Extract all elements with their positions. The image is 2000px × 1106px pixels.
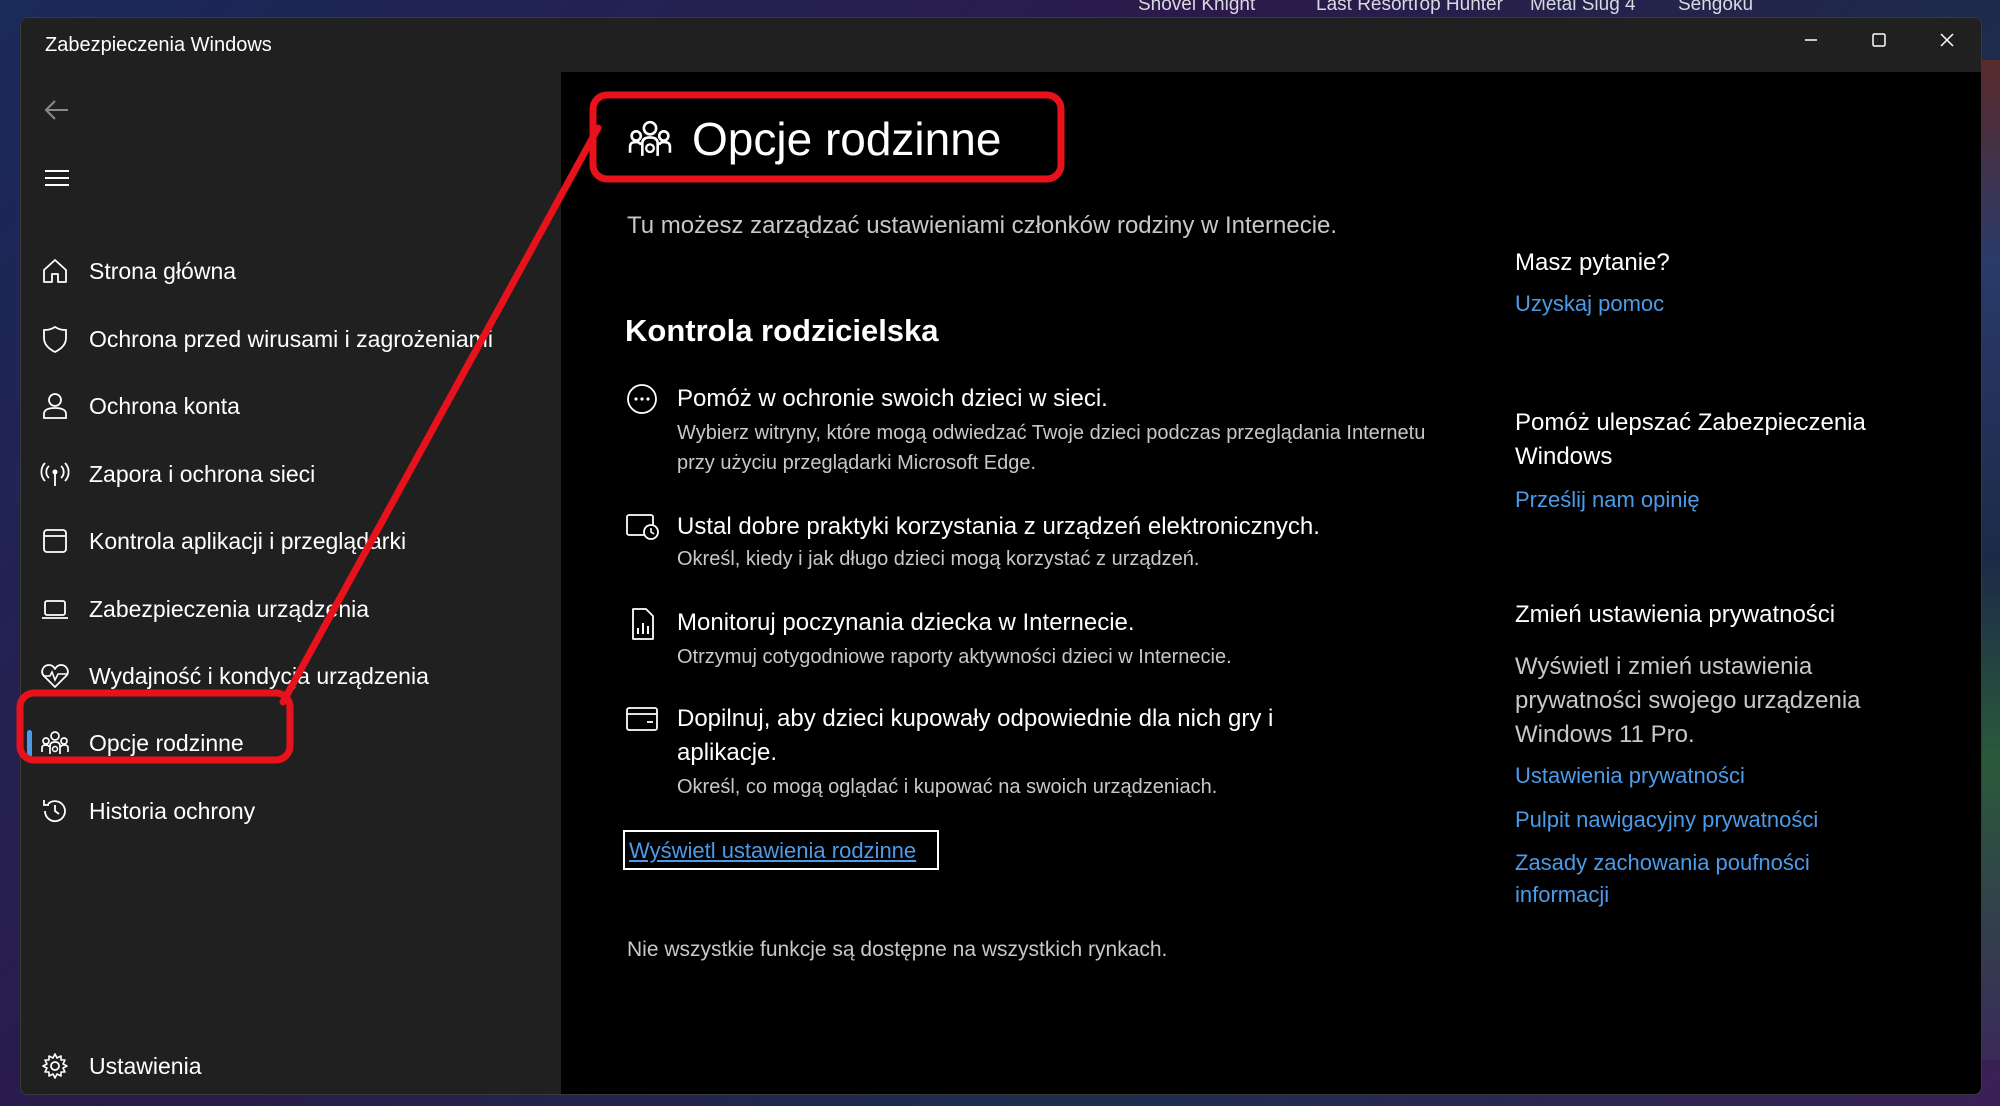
sidebar-item-device-security[interactable]: Zabezpieczenia urządzenia — [21, 582, 561, 636]
sidebar-item-label: Zabezpieczenia urządzenia — [89, 595, 370, 622]
sidebar-item-device-performance[interactable]: Wydajność i kondycja urządzenia — [21, 649, 561, 703]
history-icon — [39, 795, 71, 827]
heart-pulse-icon — [39, 660, 71, 692]
feature-title: Ustal dobre praktyki korzystania z urząd… — [677, 513, 1320, 540]
feature-title: Pomóż w ochronie swoich dzieci w sieci. — [677, 385, 1108, 412]
privacy-heading: Zmień ustawienia prywatności — [1515, 601, 1836, 628]
page-title: Opcje rodzinne — [692, 113, 1002, 165]
screen-time-icon — [626, 514, 659, 540]
family-icon — [39, 727, 71, 759]
feedback-heading: Pomóż ulepszać Zabezpieczenia Windows — [1515, 409, 1866, 470]
card-icon — [626, 707, 658, 731]
sidebar-item-label: Opcje rodzinne — [89, 729, 244, 756]
minimize-button[interactable] — [1777, 18, 1845, 62]
feature-title: Dopilnuj, aby dzieci kupowały odpowiedni… — [677, 705, 1274, 766]
desktop-label[interactable]: Sengoku — [1678, 0, 1753, 16]
privacy-section: Zmień ustawienia prywatności Wyświetl i … — [1515, 598, 1955, 911]
sidebar-item-app-browser-control[interactable]: Kontrola aplikacji i przeglądarki — [21, 514, 561, 568]
back-arrow-icon — [44, 100, 68, 120]
app-window: Zabezpieczenia Windows Strona główna Och… — [20, 17, 1982, 1095]
sidebar: Strona główna Ochrona przed wirusami i z… — [21, 72, 561, 1094]
close-icon — [1940, 33, 1954, 47]
send-feedback-link[interactable]: Prześlij nam opinię — [1515, 484, 1955, 516]
laptop-icon — [39, 593, 71, 625]
window-title: Zabezpieczenia Windows — [45, 34, 272, 56]
maximize-button[interactable] — [1845, 18, 1913, 62]
report-icon — [632, 608, 654, 640]
desktop-background-edge — [1980, 60, 2000, 1060]
sidebar-item-label: Strona główna — [89, 257, 237, 284]
sidebar-item-label: Zapora i ochrona sieci — [89, 460, 316, 487]
sidebar-item-firewall[interactable]: Zapora i ochrona sieci — [21, 447, 561, 501]
hamburger-menu-button[interactable] — [37, 158, 77, 198]
section-title: Kontrola rodzicielska — [625, 313, 939, 348]
sidebar-item-label: Kontrola aplikacji i przeglądarki — [89, 527, 407, 554]
desktop-label[interactable]: Top Hunter — [1410, 0, 1503, 16]
availability-note: Nie wszystkie funkcje są dostępne na wsz… — [627, 938, 1168, 961]
sidebar-item-protection-history[interactable]: Historia ochrony — [21, 784, 561, 838]
close-button[interactable] — [1913, 18, 1981, 62]
active-indicator — [27, 730, 32, 758]
feedback-section: Pomóż ulepszać Zabezpieczenia Windows Pr… — [1515, 406, 1955, 516]
hamburger-icon — [45, 170, 69, 186]
sidebar-item-settings[interactable]: Ustawienia — [21, 1039, 561, 1093]
family-icon — [628, 120, 672, 156]
view-family-settings-link[interactable]: Wyświetl ustawienia rodzinne — [623, 830, 939, 870]
sidebar-item-label: Historia ochrony — [89, 797, 256, 824]
sidebar-item-label: Ochrona przed wirusami i zagrożeniami — [89, 325, 493, 352]
feature-description: Wybierz witryny, które mogą odwiedzać Tw… — [677, 422, 1426, 474]
page-subtitle: Tu możesz zarządzać ustawieniami członkó… — [627, 212, 1338, 239]
title-bar[interactable]: Zabezpieczenia Windows — [21, 18, 1981, 72]
maximize-icon — [1872, 33, 1886, 47]
sidebar-item-label: Wydajność i kondycja urządzenia — [89, 662, 429, 689]
desktop-label[interactable]: Last Resort — [1316, 0, 1413, 16]
sidebar-item-account-protection[interactable]: Ochrona konta — [21, 379, 561, 433]
feature-description: Określ, kiedy i jak długo dzieci mogą ko… — [677, 548, 1200, 570]
antenna-icon — [39, 458, 71, 490]
privacy-dashboard-link[interactable]: Pulpit nawigacyjny prywatności — [1515, 804, 1955, 836]
feature-title: Monitoruj poczynania dziecka w Interneci… — [677, 609, 1135, 636]
sidebar-item-label: Ustawienia — [89, 1052, 202, 1079]
feature-description: Otrzymuj cotygodniowe raporty aktywności… — [677, 646, 1232, 668]
feature-description: Określ, co mogą oglądać i kupować na swo… — [677, 776, 1218, 798]
chat-bubble-icon — [627, 384, 657, 414]
person-icon — [39, 390, 71, 422]
privacy-statement-link[interactable]: Zasady zachowania poufności informacji — [1515, 847, 1855, 911]
help-heading: Masz pytanie? — [1515, 249, 1670, 276]
sidebar-item-family-options[interactable]: Opcje rodzinne — [21, 716, 561, 770]
app-window-icon — [39, 525, 71, 557]
back-button[interactable] — [37, 90, 77, 130]
sidebar-item-virus-protection[interactable]: Ochrona przed wirusami i zagrożeniami — [21, 312, 561, 366]
privacy-settings-link[interactable]: Ustawienia prywatności — [1515, 760, 1955, 792]
sidebar-item-home[interactable]: Strona główna — [21, 244, 561, 298]
main-content: Opcje rodzinne Tu możesz zarządzać ustaw… — [561, 72, 1981, 1094]
privacy-description: Wyświetl i zmień ustawienia prywatności … — [1515, 653, 1861, 748]
home-icon — [39, 255, 71, 287]
desktop-label[interactable]: Metal Slug 4 — [1530, 0, 1636, 16]
gear-icon — [39, 1050, 71, 1082]
shield-icon — [39, 323, 71, 355]
minimize-icon — [1805, 39, 1817, 41]
sidebar-item-label: Ochrona konta — [89, 392, 240, 419]
help-section: Masz pytanie? Uzyskaj pomoc — [1515, 246, 1955, 320]
desktop-label[interactable]: Shovel Knight — [1138, 0, 1255, 16]
get-help-link[interactable]: Uzyskaj pomoc — [1515, 288, 1955, 320]
